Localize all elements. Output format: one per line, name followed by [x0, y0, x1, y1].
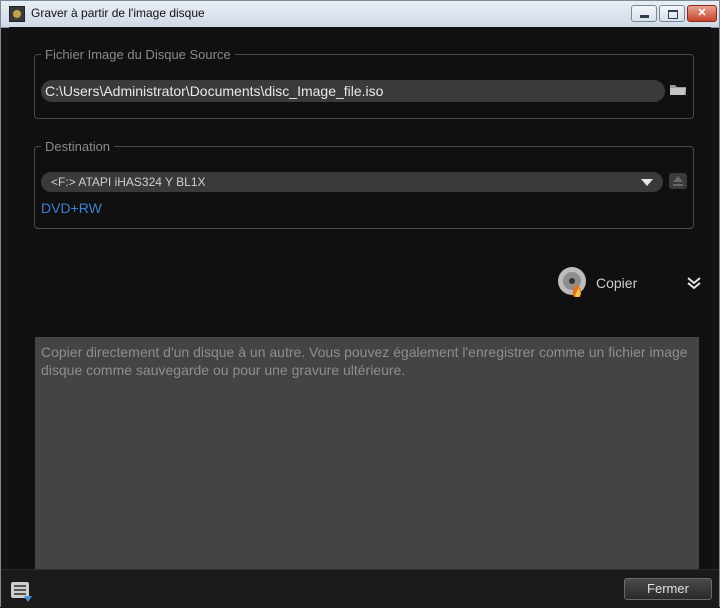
- eject-icon[interactable]: [669, 173, 687, 189]
- folder-icon[interactable]: [669, 82, 687, 96]
- minimize-button[interactable]: [631, 5, 657, 22]
- source-group: Fichier Image du Disque Source C:\Users\…: [34, 47, 694, 119]
- disc-type-label: DVD+RW: [41, 200, 102, 216]
- destination-group: Destination <F:> ATAPI iHAS324 Y BL1X DV…: [34, 139, 694, 229]
- maximize-button[interactable]: [659, 5, 685, 22]
- double-chevron-down-icon[interactable]: [686, 275, 702, 291]
- title-bar[interactable]: Graver à partir de l'image disque ✕: [1, 1, 719, 28]
- main-content: Fichier Image du Disque Source C:\Users\…: [9, 27, 711, 571]
- close-window-button[interactable]: ✕: [687, 5, 717, 22]
- description-text: Copier directement d'un disque à un autr…: [35, 337, 699, 571]
- close-button[interactable]: Fermer: [624, 578, 712, 600]
- burn-app-icon: [9, 6, 25, 22]
- footer-bar: Fermer: [1, 569, 719, 608]
- burn-image-window: Graver à partir de l'image disque ✕ Fich…: [0, 0, 720, 608]
- close-icon: ✕: [697, 7, 707, 19]
- drive-select[interactable]: <F:> ATAPI iHAS324 Y BL1X: [41, 172, 663, 192]
- source-legend: Fichier Image du Disque Source: [45, 47, 231, 62]
- disc-burn-icon: [558, 267, 586, 297]
- drive-select-value: <F:> ATAPI iHAS324 Y BL1X: [51, 175, 206, 189]
- window-title: Graver à partir de l'image disque: [31, 6, 205, 20]
- source-path-field[interactable]: C:\Users\Administrator\Documents\disc_Im…: [41, 80, 665, 102]
- settings-list-icon[interactable]: [10, 581, 34, 603]
- copy-label: Copier: [596, 275, 638, 291]
- chevron-down-icon: [641, 179, 653, 186]
- copy-action[interactable]: Copier: [556, 265, 716, 301]
- destination-legend: Destination: [45, 139, 111, 154]
